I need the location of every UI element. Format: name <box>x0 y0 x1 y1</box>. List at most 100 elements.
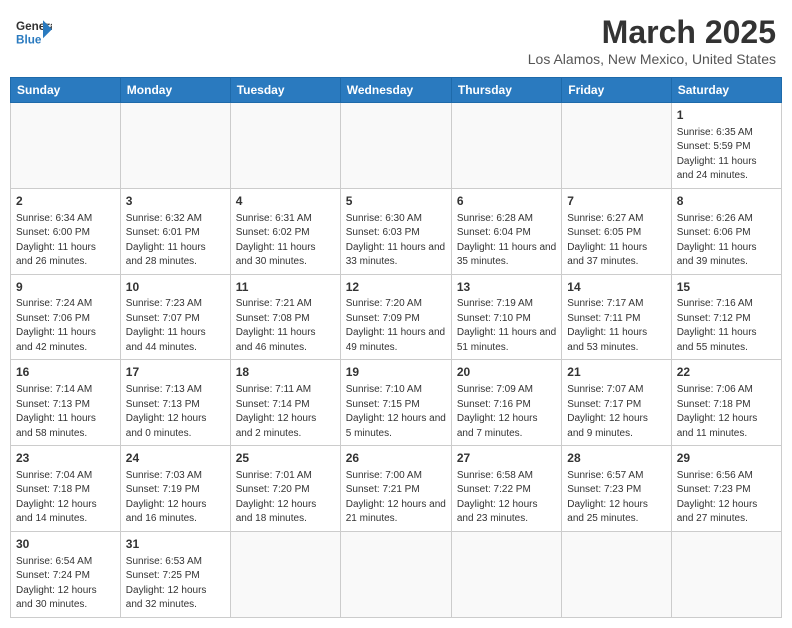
day-header-saturday: Saturday <box>671 78 781 103</box>
day-number: 25 <box>236 450 335 467</box>
day-cell <box>340 103 451 189</box>
day-info: Sunrise: 7:21 AM Sunset: 7:08 PM Dayligh… <box>236 297 335 355</box>
day-number: 18 <box>236 364 335 381</box>
day-cell <box>671 531 781 617</box>
day-number: 22 <box>677 364 776 381</box>
day-cell: 22 Sunrise: 7:06 AM Sunset: 7:18 PM Dayli… <box>671 360 781 446</box>
day-cell <box>230 103 340 189</box>
day-number: 11 <box>236 279 335 296</box>
day-info: Sunrise: 7:10 AM Sunset: 7:15 PM Dayligh… <box>346 383 446 441</box>
day-cell <box>230 531 340 617</box>
week-row-5: 23 Sunrise: 7:04 AM Sunset: 7:18 PM Dayli… <box>11 446 782 532</box>
day-info: Sunrise: 6:32 AM Sunset: 6:01 PM Dayligh… <box>126 212 225 270</box>
day-number: 29 <box>677 450 776 467</box>
day-number: 2 <box>16 193 115 210</box>
day-info: Sunrise: 6:53 AM Sunset: 7:25 PM Dayligh… <box>126 555 225 613</box>
day-cell: 28 Sunrise: 6:57 AM Sunset: 7:23 PM Dayli… <box>562 446 671 532</box>
day-cell: 9Sunrise: 7:24 AM Sunset: 7:06 PM Daylig… <box>11 274 121 360</box>
day-cell: 14Sunrise: 7:17 AM Sunset: 7:11 PM Dayli… <box>562 274 671 360</box>
day-info: Sunrise: 7:07 AM Sunset: 7:17 PM Dayligh… <box>567 383 665 441</box>
day-number: 6 <box>457 193 556 210</box>
day-cell: 1 Sunrise: 6:35 AM Sunset: 5:59 PM Daylig… <box>671 103 781 189</box>
day-info: Sunrise: 7:11 AM Sunset: 7:14 PM Dayligh… <box>236 383 335 441</box>
day-cell <box>120 103 230 189</box>
day-number: 26 <box>346 450 446 467</box>
day-header-thursday: Thursday <box>451 78 561 103</box>
day-cell: 19 Sunrise: 7:10 AM Sunset: 7:15 PM Dayli… <box>340 360 451 446</box>
day-number: 1 <box>677 107 776 124</box>
day-info: Sunrise: 6:27 AM Sunset: 6:05 PM Dayligh… <box>567 212 665 270</box>
day-number: 30 <box>16 536 115 553</box>
day-info: Sunrise: 6:54 AM Sunset: 7:24 PM Dayligh… <box>16 555 115 613</box>
week-row-6: 30 Sunrise: 6:54 AM Sunset: 7:24 PM Dayli… <box>11 531 782 617</box>
day-info: Sunrise: 7:01 AM Sunset: 7:20 PM Dayligh… <box>236 469 335 527</box>
day-cell: 3 Sunrise: 6:32 AM Sunset: 6:01 PM Daylig… <box>120 188 230 274</box>
day-info: Sunrise: 7:24 AM Sunset: 7:06 PM Dayligh… <box>16 297 115 355</box>
day-cell <box>11 103 121 189</box>
day-cell <box>562 103 671 189</box>
day-info: Sunrise: 6:30 AM Sunset: 6:03 PM Dayligh… <box>346 212 446 270</box>
day-number: 12 <box>346 279 446 296</box>
day-cell: 24 Sunrise: 7:03 AM Sunset: 7:19 PM Dayli… <box>120 446 230 532</box>
day-info: Sunrise: 6:58 AM Sunset: 7:22 PM Dayligh… <box>457 469 556 527</box>
day-number: 7 <box>567 193 665 210</box>
day-info: Sunrise: 7:09 AM Sunset: 7:16 PM Dayligh… <box>457 383 556 441</box>
day-cell: 8Sunrise: 6:26 AM Sunset: 6:06 PM Daylig… <box>671 188 781 274</box>
day-cell: 10Sunrise: 7:23 AM Sunset: 7:07 PM Dayli… <box>120 274 230 360</box>
day-info: Sunrise: 7:06 AM Sunset: 7:18 PM Dayligh… <box>677 383 776 441</box>
day-cell <box>562 531 671 617</box>
day-info: Sunrise: 7:16 AM Sunset: 7:12 PM Dayligh… <box>677 297 776 355</box>
calendar-table: SundayMondayTuesdayWednesdayThursdayFrid… <box>10 77 782 618</box>
day-cell: 31Sunrise: 6:53 AM Sunset: 7:25 PM Dayli… <box>120 531 230 617</box>
day-info: Sunrise: 7:14 AM Sunset: 7:13 PM Dayligh… <box>16 383 115 441</box>
week-row-1: 1 Sunrise: 6:35 AM Sunset: 5:59 PM Daylig… <box>11 103 782 189</box>
day-cell: 13Sunrise: 7:19 AM Sunset: 7:10 PM Dayli… <box>451 274 561 360</box>
title-block: March 2025 Los Alamos, New Mexico, Unite… <box>528 14 776 67</box>
day-info: Sunrise: 6:56 AM Sunset: 7:23 PM Dayligh… <box>677 469 776 527</box>
day-info: Sunrise: 6:26 AM Sunset: 6:06 PM Dayligh… <box>677 212 776 270</box>
day-number: 15 <box>677 279 776 296</box>
day-cell: 26Sunrise: 7:00 AM Sunset: 7:21 PM Dayli… <box>340 446 451 532</box>
week-row-4: 16Sunrise: 7:14 AM Sunset: 7:13 PM Dayli… <box>11 360 782 446</box>
day-cell: 12Sunrise: 7:20 AM Sunset: 7:09 PM Dayli… <box>340 274 451 360</box>
calendar-body: 1 Sunrise: 6:35 AM Sunset: 5:59 PM Daylig… <box>11 103 782 618</box>
day-info: Sunrise: 7:04 AM Sunset: 7:18 PM Dayligh… <box>16 469 115 527</box>
day-cell: 7 Sunrise: 6:27 AM Sunset: 6:05 PM Daylig… <box>562 188 671 274</box>
day-info: Sunrise: 6:28 AM Sunset: 6:04 PM Dayligh… <box>457 212 556 270</box>
day-cell: 5 Sunrise: 6:30 AM Sunset: 6:03 PM Daylig… <box>340 188 451 274</box>
month-title: March 2025 <box>528 14 776 51</box>
day-info: Sunrise: 7:23 AM Sunset: 7:07 PM Dayligh… <box>126 297 225 355</box>
day-info: Sunrise: 6:57 AM Sunset: 7:23 PM Dayligh… <box>567 469 665 527</box>
logo-icon: General Blue <box>16 14 52 50</box>
day-info: Sunrise: 7:20 AM Sunset: 7:09 PM Dayligh… <box>346 297 446 355</box>
day-cell: 11Sunrise: 7:21 AM Sunset: 7:08 PM Dayli… <box>230 274 340 360</box>
day-number: 3 <box>126 193 225 210</box>
day-cell: 6 Sunrise: 6:28 AM Sunset: 6:04 PM Daylig… <box>451 188 561 274</box>
location-subtitle: Los Alamos, New Mexico, United States <box>528 51 776 67</box>
day-number: 21 <box>567 364 665 381</box>
header: General Blue March 2025 Los Alamos, New … <box>10 10 782 71</box>
day-number: 9 <box>16 279 115 296</box>
day-info: Sunrise: 7:17 AM Sunset: 7:11 PM Dayligh… <box>567 297 665 355</box>
day-number: 28 <box>567 450 665 467</box>
day-number: 5 <box>346 193 446 210</box>
day-header-wednesday: Wednesday <box>340 78 451 103</box>
day-cell: 16Sunrise: 7:14 AM Sunset: 7:13 PM Dayli… <box>11 360 121 446</box>
day-cell <box>451 531 561 617</box>
day-cell: 30 Sunrise: 6:54 AM Sunset: 7:24 PM Dayli… <box>11 531 121 617</box>
day-cell: 18 Sunrise: 7:11 AM Sunset: 7:14 PM Dayli… <box>230 360 340 446</box>
day-number: 4 <box>236 193 335 210</box>
day-info: Sunrise: 7:13 AM Sunset: 7:13 PM Dayligh… <box>126 383 225 441</box>
svg-text:Blue: Blue <box>16 34 42 47</box>
day-cell: 29 Sunrise: 6:56 AM Sunset: 7:23 PM Dayli… <box>671 446 781 532</box>
day-info: Sunrise: 6:35 AM Sunset: 5:59 PM Dayligh… <box>677 126 776 184</box>
day-cell: 27Sunrise: 6:58 AM Sunset: 7:22 PM Dayli… <box>451 446 561 532</box>
day-info: Sunrise: 7:03 AM Sunset: 7:19 PM Dayligh… <box>126 469 225 527</box>
day-cell: 4Sunrise: 6:31 AM Sunset: 6:02 PM Daylig… <box>230 188 340 274</box>
day-cell <box>340 531 451 617</box>
day-number: 13 <box>457 279 556 296</box>
day-cell: 23 Sunrise: 7:04 AM Sunset: 7:18 PM Dayli… <box>11 446 121 532</box>
day-number: 24 <box>126 450 225 467</box>
day-number: 19 <box>346 364 446 381</box>
day-number: 23 <box>16 450 115 467</box>
